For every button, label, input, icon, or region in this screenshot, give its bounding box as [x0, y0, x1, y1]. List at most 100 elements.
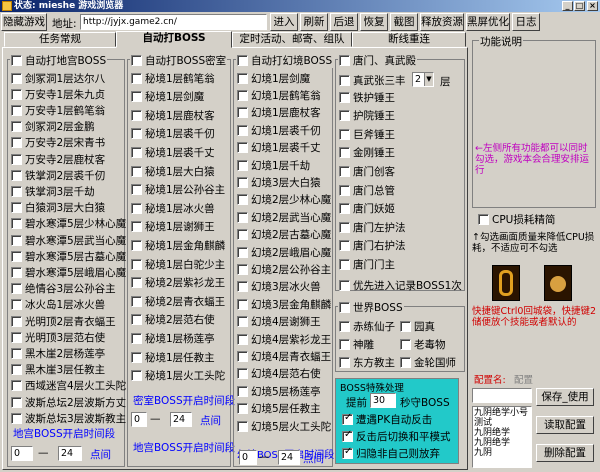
- address-input[interactable]: http://jyjx.game2.cn/: [80, 14, 267, 30]
- boss-item[interactable]: 幻境2层武当心魔: [237, 210, 331, 224]
- checkbox[interactable]: [131, 370, 142, 382]
- boss-item[interactable]: 西域迷宫4层火工头陀: [11, 379, 126, 393]
- boss-item[interactable]: 秘境1层冰火兽: [131, 201, 215, 215]
- close-button[interactable]: ×: [587, 1, 598, 11]
- dungeon-time-to[interactable]: 24: [58, 446, 82, 461]
- checkbox[interactable]: [131, 91, 142, 103]
- world-boss-item[interactable]: 老毒物: [400, 337, 446, 351]
- boss-item[interactable]: 幻境3层冰火兽: [237, 280, 321, 294]
- group-world-boss-title[interactable]: 世界BOSS: [338, 300, 404, 315]
- list-item[interactable]: 测试: [474, 418, 530, 428]
- boss-item[interactable]: 铁护锤王: [339, 90, 395, 104]
- boss-item[interactable]: 幻境4层谢狮王: [237, 315, 321, 329]
- config-list[interactable]: 九阴绝学小号 测试 九阴绝学 九阴绝学 九阴: [472, 406, 532, 468]
- checkbox[interactable]: [400, 356, 411, 368]
- boss-item[interactable]: 秘境1层大白猿: [131, 164, 215, 178]
- boss-item[interactable]: 唐门门主: [339, 257, 395, 271]
- checkbox[interactable]: [237, 385, 248, 397]
- checkbox[interactable]: [11, 234, 22, 246]
- checkbox[interactable]: [237, 333, 248, 345]
- boss-item[interactable]: 秘境1层裘千丈: [131, 145, 215, 159]
- checkbox[interactable]: [339, 147, 350, 159]
- boss-item[interactable]: 秘境1层鹿杖客: [131, 108, 215, 122]
- boss-item[interactable]: 幻境2层古墓心魔: [237, 228, 331, 242]
- checkbox[interactable]: [11, 88, 22, 100]
- checkbox[interactable]: [11, 396, 22, 408]
- boss-item[interactable]: 幻境4层紫衫龙王: [237, 332, 331, 346]
- boss-item[interactable]: 秘境1层火工头陀: [131, 369, 225, 383]
- illusion-time-from[interactable]: 0: [239, 450, 257, 465]
- checkbox[interactable]: [237, 350, 248, 362]
- cpu-option[interactable]: CPU损耗精简: [478, 212, 555, 226]
- checkbox[interactable]: [11, 283, 22, 295]
- boss-item[interactable]: 剑冢洞2层金鹏: [11, 120, 95, 134]
- boss-item[interactable]: 秘境1层金角麒麟: [131, 238, 225, 252]
- checkbox[interactable]: [11, 72, 22, 84]
- boss-item[interactable]: 波斯总坛2层波斯方丈: [11, 395, 126, 409]
- secret-time-to[interactable]: 24: [170, 412, 192, 427]
- checkbox[interactable]: [11, 364, 22, 376]
- black-screen-button[interactable]: 黑屏优化: [466, 13, 510, 31]
- boss-item[interactable]: 幻境4层青衣蝠王: [237, 349, 331, 363]
- checkbox[interactable]: [339, 91, 350, 103]
- zhenwu-item[interactable]: 真武张三丰: [339, 73, 406, 87]
- chevron-down-icon[interactable]: ▼: [424, 73, 433, 86]
- checkbox[interactable]: [131, 128, 142, 140]
- log-button[interactable]: 日志: [512, 13, 540, 31]
- boss-item[interactable]: 幻境5层火工头陀: [237, 419, 331, 433]
- boss-item[interactable]: 秘境2层紫衫龙王: [131, 276, 225, 290]
- checkbox[interactable]: [131, 165, 142, 177]
- advance-seconds-input[interactable]: 30: [370, 393, 396, 408]
- minimize-button[interactable]: _: [562, 1, 573, 11]
- boss-item[interactable]: 碧水寒潭5层武当心魔: [11, 233, 126, 247]
- boss-item[interactable]: 万安寺2层鹿杖客: [11, 152, 105, 166]
- boss-item[interactable]: 白猿洞3层大白猿: [11, 201, 105, 215]
- checkbox[interactable]: [339, 184, 350, 196]
- special-item[interactable]: 遭遇PK自动反击: [342, 412, 432, 426]
- checkbox[interactable]: [339, 110, 350, 122]
- screenshot-button[interactable]: 截图: [390, 13, 418, 31]
- boss-item[interactable]: 秘境2层范右使: [131, 313, 215, 327]
- boss-item[interactable]: 巨斧锤王: [339, 127, 395, 141]
- world-boss-item[interactable]: 金轮国师: [400, 355, 456, 369]
- boss-item[interactable]: 秘境1层白驼少主: [131, 257, 225, 271]
- checkbox[interactable]: [11, 315, 22, 327]
- checkbox[interactable]: [131, 72, 142, 84]
- boss-item[interactable]: 光明顶3层范右使: [11, 330, 105, 344]
- boss-item[interactable]: 万安寺1层鹤笔翁: [11, 103, 105, 117]
- checkbox[interactable]: [237, 89, 248, 101]
- checkbox[interactable]: [237, 403, 248, 415]
- boss-item[interactable]: 幻境3层金角麒麟: [237, 297, 331, 311]
- group-dungeon-boss-title[interactable]: 自动打地宫BOSS: [10, 53, 108, 68]
- delete-config-button[interactable]: 删除配置: [536, 444, 594, 462]
- boss-item[interactable]: 护院锤王: [339, 109, 395, 123]
- checkbox[interactable]: [11, 121, 22, 133]
- checkbox[interactable]: [237, 298, 248, 310]
- list-item[interactable]: 九阴绝学小号: [474, 408, 530, 418]
- group-secret-room-title[interactable]: 自动打BOSS密室: [130, 53, 228, 68]
- checkbox[interactable]: [237, 159, 248, 171]
- illusion-time-to[interactable]: 24: [278, 450, 300, 465]
- checkbox[interactable]: [237, 107, 248, 119]
- tab-auto-boss[interactable]: 自动打BOSS: [116, 31, 232, 48]
- checkbox[interactable]: [131, 55, 142, 66]
- boss-item[interactable]: 秘境1层杨莲亭: [131, 331, 215, 345]
- checkbox[interactable]: [237, 420, 248, 432]
- boss-item[interactable]: 冰火岛1层冰火兽: [11, 298, 105, 312]
- checkbox[interactable]: [237, 211, 248, 223]
- boss-item[interactable]: 幻境1层鹿杖客: [237, 106, 321, 120]
- boss-item[interactable]: 唐门左护法: [339, 220, 406, 234]
- boss-item[interactable]: 万安寺1层朱九贞: [11, 87, 105, 101]
- checkbox[interactable]: [342, 412, 353, 425]
- boss-item[interactable]: 绝情谷3层公孙谷主: [11, 282, 116, 296]
- boss-item[interactable]: 秘境2层青衣蝠王: [131, 294, 225, 308]
- checkbox[interactable]: [11, 137, 22, 149]
- dungeon-time-from[interactable]: 0: [11, 446, 33, 461]
- group-illusion-title[interactable]: 自动打幻境BOSS: [236, 53, 334, 68]
- checkbox[interactable]: [237, 316, 248, 328]
- checkbox[interactable]: [400, 320, 411, 332]
- priority-item[interactable]: 优先进入记录BOSS1次: [339, 278, 462, 292]
- boss-item[interactable]: 碧水寒潭5层峨眉心魔: [11, 265, 126, 279]
- checkbox[interactable]: [237, 263, 248, 275]
- checkbox[interactable]: [237, 229, 248, 241]
